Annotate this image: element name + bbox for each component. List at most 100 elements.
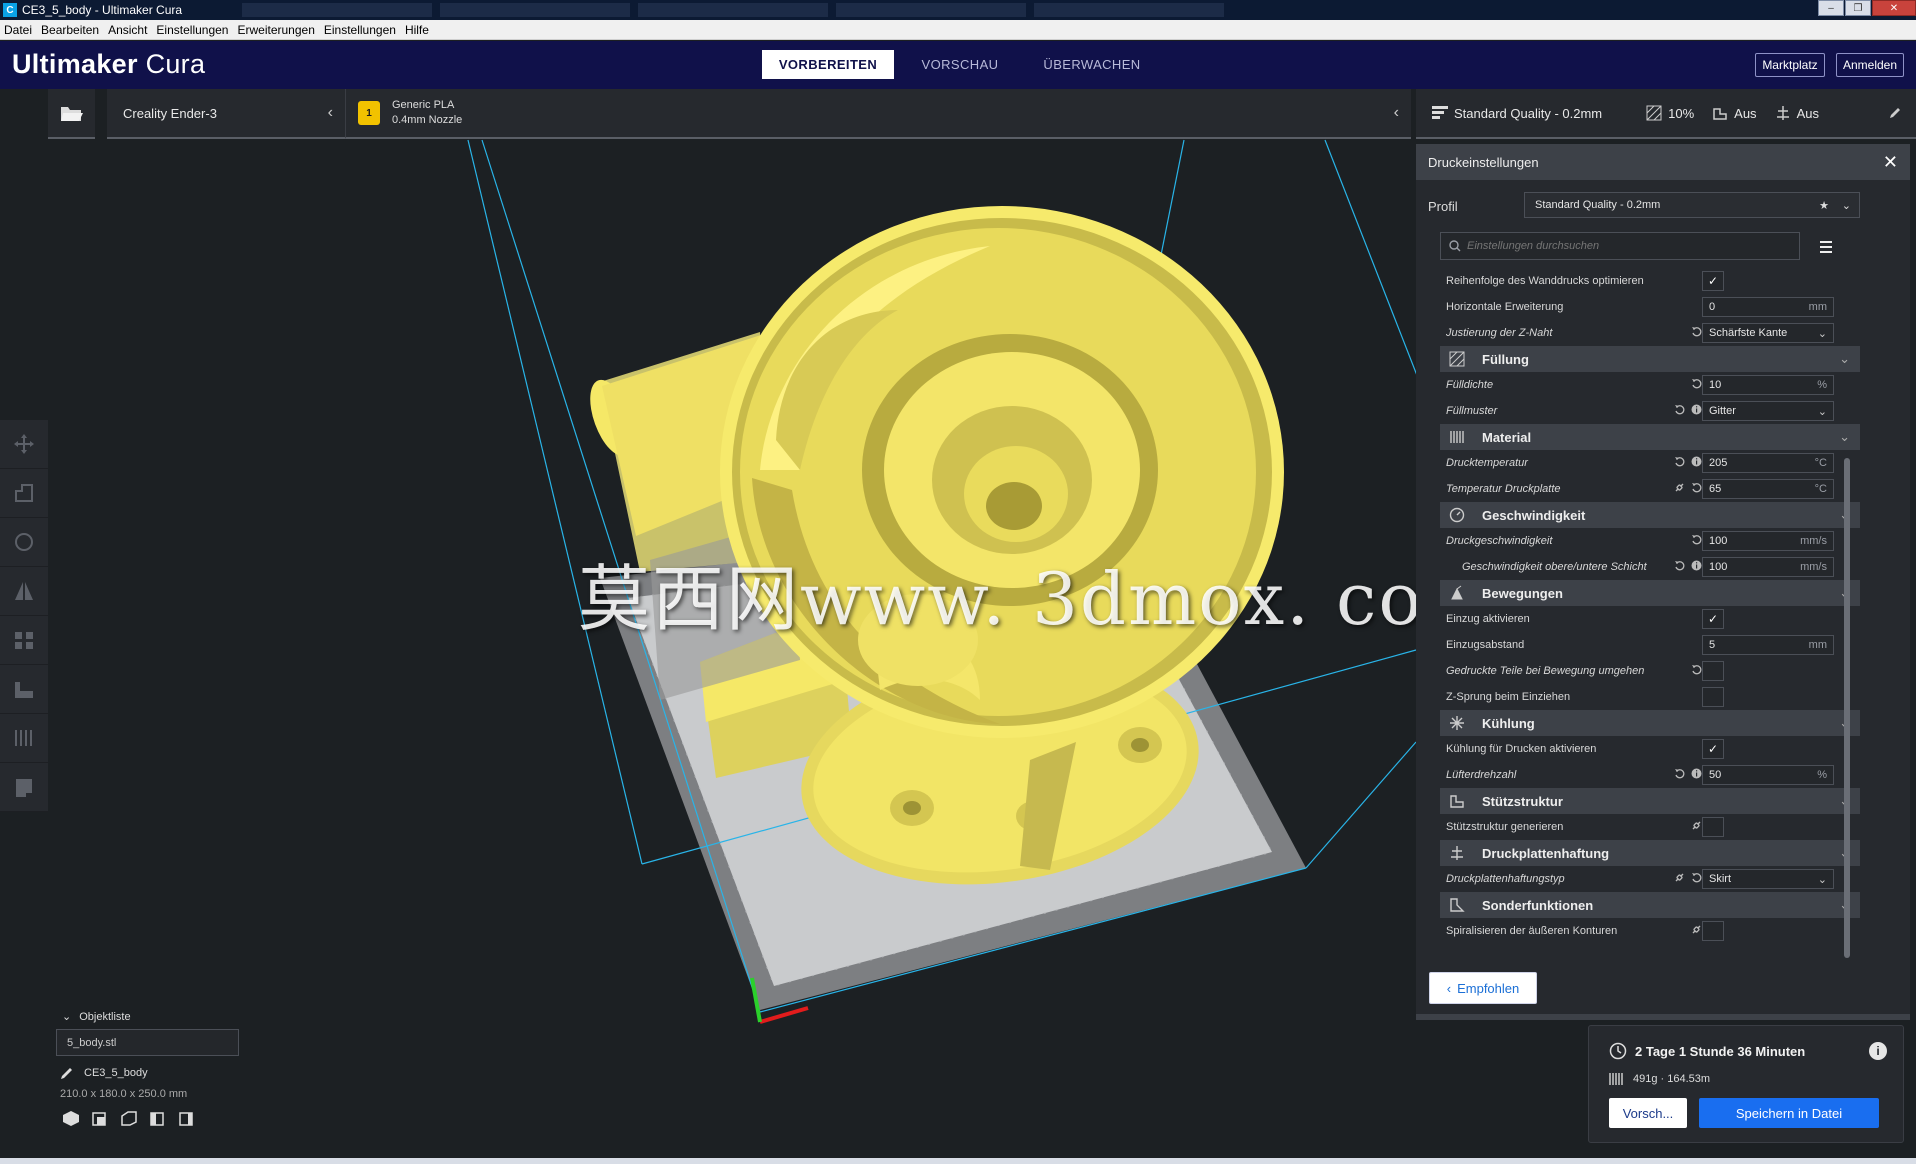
- menu-bar: Datei Bearbeiten Ansicht Einstellungen E…: [0, 20, 1916, 40]
- setting-checkbox[interactable]: [1702, 661, 1724, 681]
- setting-value-field[interactable]: 50%: [1702, 765, 1834, 785]
- right-view-icon[interactable]: [178, 1110, 196, 1126]
- recommended-mode-button[interactable]: ‹ Empfohlen: [1429, 972, 1537, 1004]
- category-bewegungen[interactable]: Bewegungen⌄: [1440, 580, 1860, 606]
- star-icon[interactable]: ★: [1819, 199, 1829, 212]
- setting-value-field[interactable]: 0 mm: [1702, 297, 1834, 317]
- tab-prepare[interactable]: VORBEREITEN: [762, 50, 894, 79]
- reset-icon[interactable]: [1691, 326, 1702, 337]
- special-modes-icon: [1450, 898, 1465, 912]
- move-tool[interactable]: [0, 420, 48, 469]
- signin-button[interactable]: Anmelden: [1836, 53, 1904, 77]
- close-window-button[interactable]: ✕: [1872, 0, 1916, 16]
- setting-value-field[interactable]: 10%: [1702, 375, 1834, 395]
- setting-checkbox[interactable]: ✓: [1702, 271, 1724, 291]
- menu-hilfe[interactable]: Hilfe: [405, 23, 429, 37]
- reset-icon[interactable]: [1674, 404, 1685, 415]
- close-icon[interactable]: ✕: [1883, 152, 1898, 173]
- object-list-toggle[interactable]: ⌄ Objektliste: [62, 1010, 316, 1024]
- setting-dropdown[interactable]: Skirt ⌄: [1702, 869, 1834, 889]
- info-icon[interactable]: [1691, 404, 1702, 415]
- setting-checkbox[interactable]: [1702, 817, 1724, 837]
- open-file-button[interactable]: [48, 89, 95, 139]
- setting-dropdown[interactable]: Schärfste Kante ⌄: [1702, 323, 1834, 343]
- menu-bearbeiten[interactable]: Bearbeiten: [41, 23, 99, 37]
- settings-search[interactable]: [1440, 232, 1800, 260]
- settings-visibility-menu-icon[interactable]: [1814, 236, 1838, 258]
- info-icon[interactable]: i: [1869, 1042, 1887, 1060]
- link-icon[interactable]: [1674, 872, 1685, 883]
- preview-button[interactable]: Vorsch...: [1609, 1098, 1687, 1128]
- setting-value-field[interactable]: 100 mm/s: [1702, 557, 1834, 577]
- rotate-tool[interactable]: [0, 518, 48, 567]
- menu-datei[interactable]: Datei: [4, 23, 32, 37]
- material-selector[interactable]: 1 Generic PLA 0.4mm Nozzle ‹: [345, 89, 1411, 139]
- reset-icon[interactable]: [1691, 378, 1702, 389]
- tab-monitor[interactable]: ÜBERWACHEN: [1026, 50, 1158, 79]
- category-kuhlung[interactable]: Kühlung⌄: [1440, 710, 1860, 736]
- reset-icon[interactable]: [1674, 768, 1685, 779]
- scale-tool[interactable]: [0, 469, 48, 518]
- window-controls: – ❐ ✕: [1817, 0, 1916, 18]
- front-view-icon[interactable]: [91, 1110, 109, 1126]
- category-material[interactable]: Material ⌄: [1440, 424, 1860, 450]
- category-stutzstruktur[interactable]: Stützstruktur⌄: [1440, 788, 1860, 814]
- reset-icon[interactable]: [1674, 456, 1685, 467]
- link-icon[interactable]: [1674, 482, 1685, 493]
- chevron-down-icon: ⌄: [1841, 199, 1851, 212]
- setting-checkbox[interactable]: [1702, 921, 1724, 941]
- info-icon[interactable]: [1691, 456, 1702, 467]
- marketplace-button[interactable]: Marktplatz: [1755, 53, 1825, 77]
- window-title-bar: C CE3_5_body - Ultimaker Cura – ❐ ✕: [0, 0, 1916, 20]
- search-input[interactable]: [1467, 240, 1787, 252]
- setting-value-field[interactable]: 205 °C: [1702, 453, 1834, 473]
- mirror-tool[interactable]: [0, 567, 48, 616]
- link-icon[interactable]: [1691, 924, 1702, 935]
- columns-tool[interactable]: [0, 714, 48, 763]
- menu-erweiterungen[interactable]: Erweiterungen: [237, 23, 314, 37]
- menu-einstellungen[interactable]: Einstellungen: [156, 23, 228, 37]
- per-model-settings-tool[interactable]: [0, 616, 48, 665]
- 3d-view-icon[interactable]: [62, 1110, 80, 1126]
- save-to-file-button[interactable]: Speichern in Datei: [1699, 1098, 1879, 1128]
- menu-einstellungen-2[interactable]: Einstellungen: [324, 23, 396, 37]
- setting-temperatur-druckplatte: Temperatur Druckplatte 65 °C: [1440, 476, 1860, 502]
- setting-dropdown[interactable]: Gitter ⌄: [1702, 401, 1834, 421]
- reset-icon[interactable]: [1691, 664, 1702, 675]
- reset-icon[interactable]: [1691, 482, 1702, 493]
- category-fullung[interactable]: Füllung ⌄: [1440, 346, 1860, 372]
- category-geschwindigkeit[interactable]: Geschwindigkeit⌄: [1440, 502, 1860, 528]
- minimize-button[interactable]: –: [1818, 0, 1844, 16]
- object-name-row: CE3_5_body: [60, 1066, 316, 1080]
- maximize-button[interactable]: ❐: [1845, 0, 1871, 16]
- settings-scrollbar[interactable]: [1844, 458, 1850, 958]
- setting-value-field[interactable]: 65 °C: [1702, 479, 1834, 499]
- print-settings-summary-bar[interactable]: Standard Quality - 0.2mm 10% Aus Aus: [1416, 89, 1916, 139]
- link-icon[interactable]: [1691, 820, 1702, 831]
- category-druckplattenhaftung[interactable]: Druckplattenhaftung⌄: [1440, 840, 1860, 866]
- reset-icon[interactable]: [1691, 872, 1702, 883]
- tab-preview[interactable]: VORSCHAU: [894, 50, 1026, 79]
- reset-icon[interactable]: [1674, 560, 1685, 571]
- panel-resize-handle[interactable]: [1416, 1014, 1910, 1020]
- info-icon[interactable]: [1691, 560, 1702, 571]
- left-view-icon[interactable]: [149, 1110, 167, 1126]
- menu-ansicht[interactable]: Ansicht: [108, 23, 147, 37]
- support-blocker-tool[interactable]: [0, 665, 48, 714]
- layer-tool[interactable]: [0, 763, 48, 812]
- pencil-icon[interactable]: [60, 1066, 74, 1080]
- pencil-icon[interactable]: [1888, 106, 1902, 120]
- object-list-item[interactable]: 5_body.stl: [56, 1029, 239, 1056]
- setting-checkbox[interactable]: ✓: [1702, 609, 1724, 629]
- setting-value-field[interactable]: 5 mm: [1702, 635, 1834, 655]
- category-sonderfunktionen[interactable]: Sonderfunktionen⌄: [1440, 892, 1860, 918]
- profile-dropdown[interactable]: Standard Quality - 0.2mm ★ ⌄: [1524, 192, 1860, 218]
- support-blocker-icon: [15, 682, 33, 698]
- setting-checkbox[interactable]: [1702, 687, 1724, 707]
- setting-checkbox[interactable]: ✓: [1702, 739, 1724, 759]
- top-view-icon[interactable]: [120, 1110, 138, 1126]
- printer-selector[interactable]: Creality Ender-3 ‹: [107, 89, 345, 139]
- reset-icon[interactable]: [1691, 534, 1702, 545]
- info-icon[interactable]: [1691, 768, 1702, 779]
- setting-value-field[interactable]: 100 mm/s: [1702, 531, 1834, 551]
